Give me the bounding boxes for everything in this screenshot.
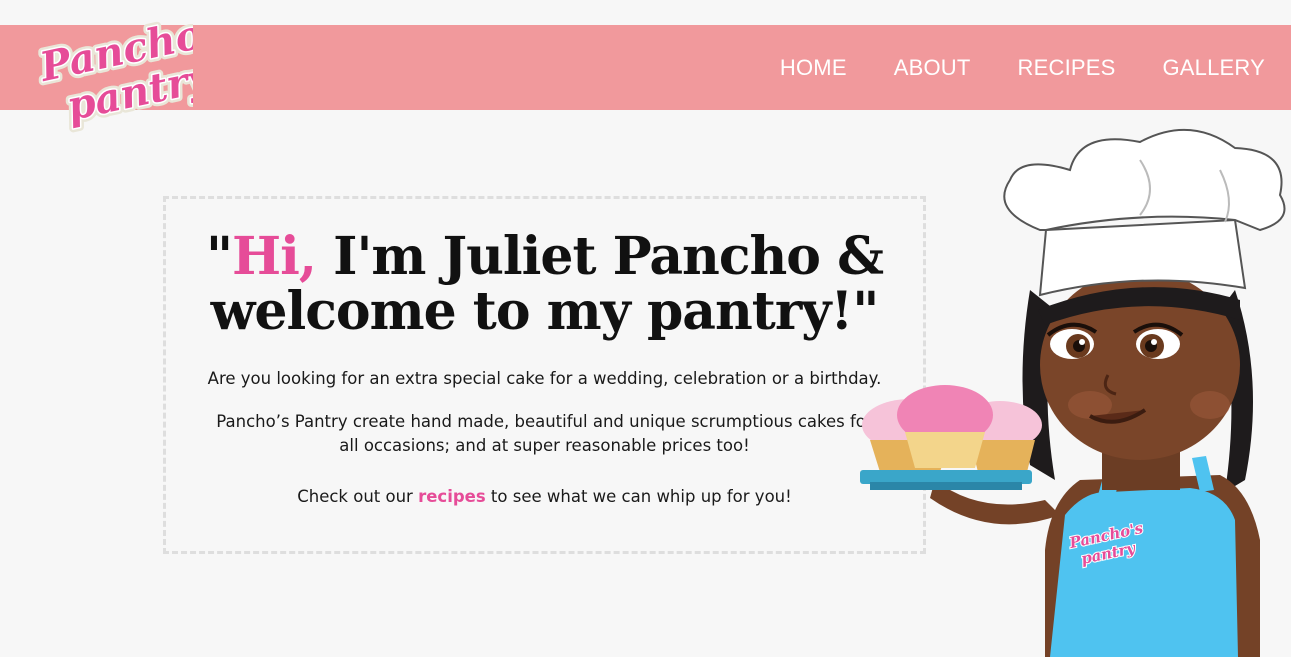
page-title: "Hi, I'm Juliet Pancho & welcome to my p… — [166, 229, 923, 339]
intro-box: "Hi, I'm Juliet Pancho & welcome to my p… — [163, 196, 926, 554]
chef-illustration: Pancho's pantry — [860, 128, 1286, 657]
nav-recipes[interactable]: RECIPES — [1018, 55, 1116, 81]
para3-after: to see what we can whip up for you! — [485, 487, 792, 506]
para3-before: Check out our — [297, 487, 419, 506]
headline-rest: I'm Juliet Pancho & — [316, 226, 884, 287]
main-nav: HOME ABOUT RECIPES GALLERY — [780, 25, 1265, 110]
nav-about[interactable]: ABOUT — [894, 55, 971, 81]
cake-tray — [860, 385, 1042, 490]
nav-home[interactable]: HOME — [780, 55, 847, 81]
recipes-link[interactable]: recipes — [418, 487, 486, 506]
intro-paragraph-1: Are you looking for an extra special cak… — [207, 369, 882, 388]
headline-hi: Hi, — [232, 226, 317, 287]
brand-logo[interactable]: Pancho's Pancho's pantry pantry — [18, 6, 193, 146]
headline-line2: welcome to my pantry!" — [210, 281, 880, 342]
nav-gallery[interactable]: GALLERY — [1163, 55, 1266, 81]
intro-paragraph-2: Pancho’s Pantry create hand made, beauti… — [216, 412, 873, 455]
intro-paragraph-3: Check out our recipes to see what we can… — [166, 485, 923, 509]
headline-quote: " — [205, 226, 233, 287]
